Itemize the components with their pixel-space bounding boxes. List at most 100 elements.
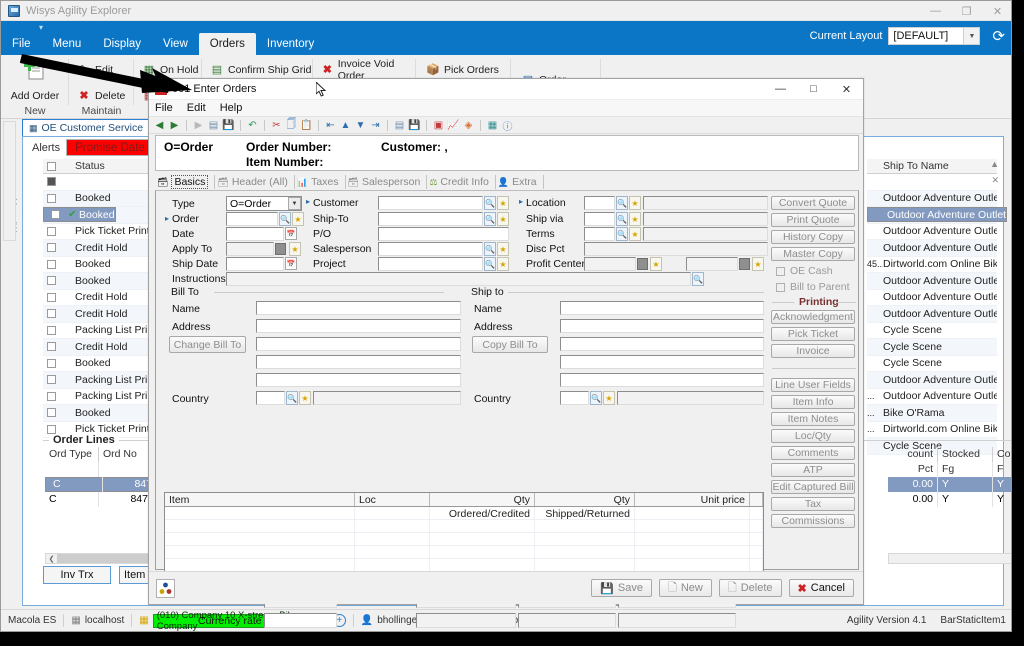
item-row[interactable] — [165, 520, 763, 533]
row-checkbox[interactable] — [47, 358, 56, 368]
edit-captured-bill-button[interactable]: Edit Captured Bill — [771, 480, 855, 494]
project-lookup-icon[interactable]: 🔍 — [484, 257, 496, 271]
table-row[interactable] — [888, 462, 1011, 477]
palette-icon[interactable]: ◈ — [462, 119, 475, 132]
on-hold-button[interactable]: ▦ On Hold — [140, 61, 199, 78]
tab-header-all[interactable]: 🗃 Header (All) — [215, 175, 295, 189]
order-input[interactable] — [226, 212, 278, 226]
close-icon[interactable]: ✕ — [982, 1, 1011, 21]
ship-via-input[interactable] — [584, 212, 615, 226]
prev-icon[interactable]: ▲ — [339, 119, 352, 132]
quick-access-toolbar-icon[interactable]: ▾ — [39, 23, 43, 32]
table-row[interactable]: 45...Dirtworld.com Online Bike Store — [867, 257, 997, 273]
undo-icon[interactable]: ↶ — [246, 119, 259, 132]
invoice-button[interactable]: Invoice — [771, 344, 855, 358]
next-icon[interactable]: ▼ — [354, 119, 367, 132]
ship-to-country-lookup-icon[interactable]: 🔍 — [590, 391, 602, 405]
row-checkbox[interactable] — [47, 408, 56, 418]
menu-help[interactable]: Help — [220, 102, 243, 114]
ship-to-lookup-icon[interactable]: 🔍 — [484, 212, 496, 226]
screen-icon[interactable]: ▦ — [486, 119, 499, 132]
bill-to-parent-checkbox-row[interactable]: Bill to Parent — [776, 281, 850, 293]
ship-to-address-input-4[interactable] — [560, 373, 764, 387]
salesperson-lookup-icon[interactable]: 🔍 — [484, 242, 496, 256]
tab-taxes[interactable]: 📊 Taxes — [295, 175, 346, 189]
location-favorite-icon[interactable]: ★ — [629, 196, 641, 210]
tab-basics[interactable]: 🗃 Basics — [155, 175, 216, 189]
location-lookup-icon[interactable]: 🔍 — [616, 196, 628, 210]
profit-center-button-1-icon[interactable] — [637, 258, 648, 270]
row-checkbox[interactable] — [47, 424, 56, 434]
cancel-button[interactable]: ✖ Cancel — [788, 579, 854, 597]
pick-orders-button[interactable]: 📦 Pick Orders — [424, 61, 499, 78]
table-row[interactable]: ✔ Booked — [43, 207, 116, 222]
table-row[interactable]: Outdoor Adventure Outlet — [867, 240, 997, 257]
dialog-minimize-icon[interactable]: — — [764, 79, 797, 100]
inv-trx-button[interactable]: Inv Trx — [43, 566, 111, 584]
table-row[interactable]: Cycle Scene — [867, 339, 997, 356]
select-all-checkbox[interactable] — [47, 161, 56, 171]
apply-to-input[interactable] — [226, 242, 274, 256]
row-checkbox[interactable] — [47, 259, 56, 269]
table-row[interactable]: Outdoor Adventure Outlet — [867, 190, 997, 207]
bill-to-address-input-1[interactable] — [256, 319, 461, 333]
item-row[interactable] — [165, 533, 763, 546]
terms-favorite-icon[interactable]: ★ — [629, 227, 641, 241]
wisys-menu-strip[interactable]: Wisys Menu — [3, 121, 25, 241]
tax-button[interactable]: Tax — [771, 497, 855, 511]
item-row[interactable] — [165, 507, 763, 520]
cut-icon[interactable]: ✂ — [270, 119, 283, 132]
note-icon[interactable]: ▣ — [432, 119, 445, 132]
master-copy-button[interactable]: Master Copy — [771, 247, 855, 261]
change-bill-to-button[interactable]: Change Bill To — [169, 336, 246, 353]
save2-icon[interactable]: 💾 — [408, 119, 421, 132]
dialog-maximize-icon[interactable]: □ — [797, 79, 830, 100]
terms-lookup-icon[interactable]: 🔍 — [616, 227, 628, 241]
table-row[interactable]: Outdoor Adventure Outlet — [867, 273, 997, 290]
row-checkbox[interactable] — [47, 391, 56, 401]
convert-quote-button[interactable]: Convert Quote — [771, 196, 855, 210]
chevron-down-icon[interactable]: ▼ — [963, 28, 980, 44]
tab-extra[interactable]: 👤 Extra — [496, 175, 544, 189]
ship-to-address-input-2[interactable] — [560, 337, 764, 351]
instructions-lookup-icon[interactable]: 🔍 — [692, 272, 704, 286]
ship-via-lookup-icon[interactable]: 🔍 — [616, 212, 628, 226]
table-row[interactable]: Cycle Scene — [867, 323, 997, 339]
ship-to-address-input-1[interactable] — [560, 319, 764, 333]
history-copy-button[interactable]: History Copy — [771, 230, 855, 244]
current-layout-select[interactable]: [DEFAULT] ▼ — [888, 27, 981, 45]
row-checkbox[interactable] — [47, 276, 56, 286]
bill-to-address-input-2[interactable] — [256, 337, 461, 351]
pick-ticket-button[interactable]: Pick Ticket — [771, 327, 855, 341]
paste-icon[interactable]: 📋 — [300, 119, 313, 132]
order-lines-hscrollbar-right[interactable]: ❯ — [888, 553, 1011, 564]
ship-via-favorite-icon[interactable]: ★ — [629, 212, 641, 226]
table-row[interactable]: ... Dirtworld.com Online Bike Store — [867, 422, 997, 438]
refresh-grid-icon[interactable]: ▤ — [207, 119, 220, 132]
order-favorite-icon[interactable]: ★ — [292, 212, 304, 226]
table-row[interactable]: ... Bike O'Rama — [867, 405, 997, 422]
table-row[interactable]: Outdoor Adventure Outlet — [867, 372, 997, 389]
commissions-button[interactable]: Commissions — [771, 514, 855, 528]
row-checkbox[interactable] — [47, 292, 56, 302]
dialog-close-icon[interactable]: ✕ — [830, 79, 863, 100]
ship-to-country-favorite-icon[interactable]: ★ — [603, 391, 615, 405]
save-icon[interactable]: 💾 — [222, 119, 235, 132]
menu-edit[interactable]: Edit — [187, 102, 206, 114]
ship-date-input[interactable] — [226, 257, 284, 271]
order-lookup-icon[interactable]: 🔍 — [279, 212, 291, 226]
line-user-fields-button[interactable]: Line User Fields — [771, 378, 855, 392]
bill-to-country-favorite-icon[interactable]: ★ — [299, 391, 311, 405]
row-checkbox[interactable] — [47, 193, 56, 203]
tab-oe-customer-service[interactable]: ▦ OE Customer Service — [22, 119, 151, 136]
ship-to-name-input[interactable] — [560, 301, 764, 315]
invoice-void-order-button[interactable]: ✖ Invoice Void Order — [319, 58, 416, 82]
play-icon[interactable]: ▶ — [192, 119, 205, 132]
first-icon[interactable]: ⇤ — [324, 119, 337, 132]
profit-center-button-2-icon[interactable] — [739, 258, 750, 270]
copy-icon[interactable]: 🗍 — [285, 119, 298, 132]
delete-button[interactable]: 🗋 Delete — [718, 579, 782, 597]
row-checkbox[interactable] — [47, 226, 56, 236]
help-icon[interactable]: ⓘ — [501, 119, 514, 133]
chevron-down-icon[interactable]: ▼ — [288, 197, 301, 210]
